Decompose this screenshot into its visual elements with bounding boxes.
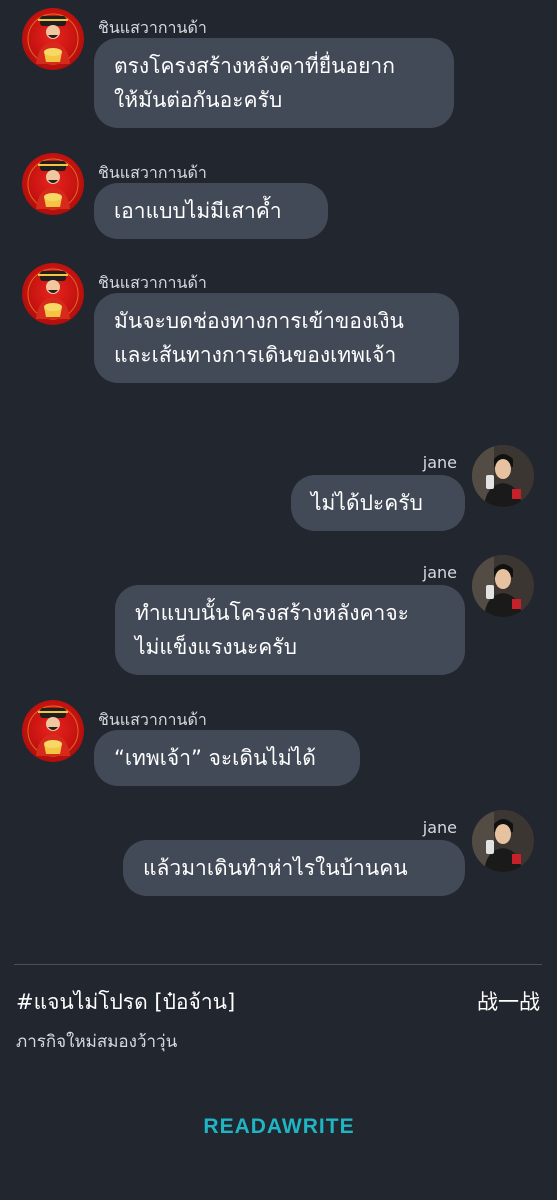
chapter-title: ภารกิจใหม่สมองว้าวุ่น bbox=[16, 1032, 178, 1052]
message-bubble[interactable]: “เทพเจ้า” จะเดินไม่ได้ bbox=[94, 730, 360, 786]
message-text: “เทพเจ้า” จะเดินไม่ได้ bbox=[114, 746, 316, 770]
message-text: ไม่ได้ปะครับ bbox=[311, 491, 423, 515]
sender-name: jane bbox=[422, 453, 457, 472]
message-text: ให้มันต่อกันอะครับ bbox=[114, 88, 283, 112]
message-bubble[interactable]: ตรงโครงสร้างหลังคาที่ยื่นอยาก ให้มันต่อก… bbox=[94, 38, 454, 128]
message-bubble[interactable]: แล้วมาเดินทำห่าไรในบ้านคน bbox=[123, 840, 465, 896]
message-text: แล้วมาเดินทำห่าไรในบ้านคน bbox=[143, 856, 408, 880]
young-man-avatar-icon[interactable] bbox=[472, 555, 534, 617]
sender-name: jane bbox=[422, 818, 457, 837]
god-of-wealth-avatar-icon[interactable] bbox=[22, 700, 84, 762]
author-name-link[interactable]: 战一战 bbox=[477, 986, 540, 1016]
message-text: มันจะบดช่องทางการเข้าของเงิน bbox=[114, 309, 404, 333]
message-bubble[interactable]: มันจะบดช่องทางการเข้าของเงิน และเส้นทางก… bbox=[94, 293, 459, 383]
young-man-avatar-icon[interactable] bbox=[472, 810, 534, 872]
message-text: ไม่แข็งแรงนะครับ bbox=[135, 635, 297, 659]
readawrite-logo: READAWRITE bbox=[0, 1106, 557, 1144]
divider bbox=[14, 964, 542, 965]
god-of-wealth-avatar-icon[interactable] bbox=[22, 263, 84, 325]
chat-thread: ชินแสวากานด้า ตรงโครงสร้างหลังคาที่ยื่นอ… bbox=[0, 0, 557, 950]
sender-name: jane bbox=[422, 563, 457, 582]
message-text: ทำแบบนั้นโครงสร้างหลังคาจะ bbox=[135, 601, 409, 625]
message-bubble[interactable]: ทำแบบนั้นโครงสร้างหลังคาจะ ไม่แข็งแรงนะค… bbox=[115, 585, 465, 675]
message-bubble[interactable]: ไม่ได้ปะครับ bbox=[291, 475, 465, 531]
message-text: ตรงโครงสร้างหลังคาที่ยื่นอยาก bbox=[114, 54, 395, 78]
god-of-wealth-avatar-icon[interactable] bbox=[22, 8, 84, 70]
message-bubble[interactable]: เอาแบบไม่มีเสาค้ำ bbox=[94, 183, 328, 239]
god-of-wealth-avatar-icon[interactable] bbox=[22, 153, 84, 215]
message-text: และเส้นทางการเดินของเทพเจ้า bbox=[114, 343, 397, 367]
book-title-link[interactable]: #แจนไม่โปรด [ป๋อจ้าน] bbox=[16, 986, 235, 1019]
logo-text: READAWRITE bbox=[203, 1115, 354, 1138]
message-text: เอาแบบไม่มีเสาค้ำ bbox=[114, 199, 282, 223]
young-man-avatar-icon[interactable] bbox=[472, 445, 534, 507]
